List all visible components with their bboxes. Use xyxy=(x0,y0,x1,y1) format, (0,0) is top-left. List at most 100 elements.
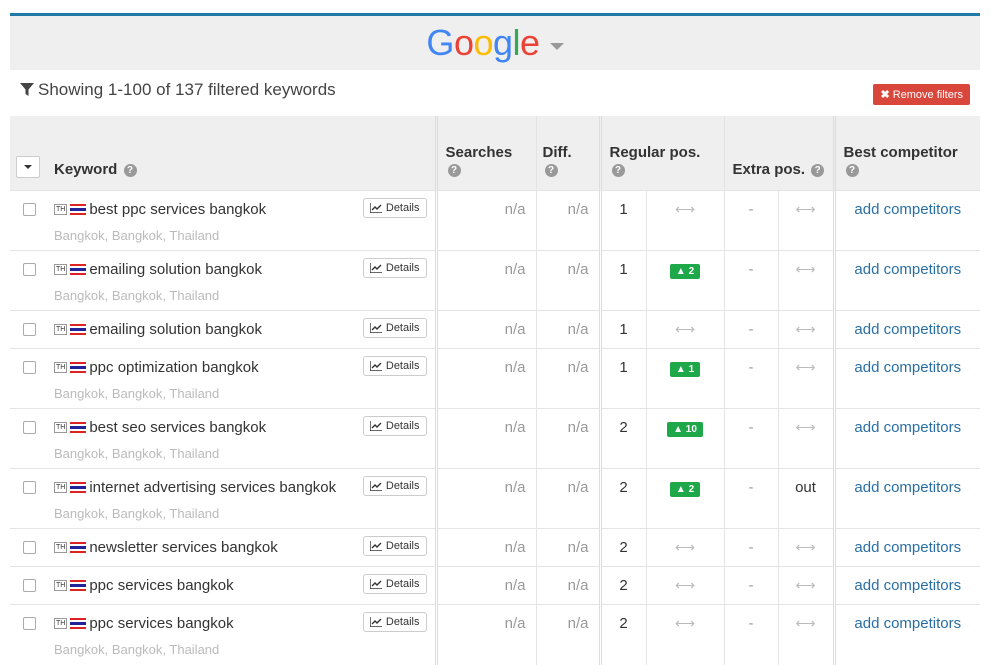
details-label: Details xyxy=(385,540,420,552)
details-button[interactable]: Details xyxy=(362,198,427,218)
country-code-badge: TH xyxy=(54,204,68,215)
add-competitors-link[interactable]: add competitors xyxy=(832,566,981,605)
no-change-icon: ⟷ xyxy=(674,577,696,593)
funnel-icon xyxy=(20,83,34,96)
row-checkbox[interactable] xyxy=(23,323,36,336)
regular-pos-cell: 2 xyxy=(598,566,646,605)
details-button[interactable]: Details xyxy=(362,318,427,338)
regular-pos-header[interactable]: Regular pos. ? xyxy=(598,116,724,191)
regular-change-cell: ▲ 10 xyxy=(645,408,724,469)
searches-header[interactable]: Searches ? xyxy=(434,116,536,191)
google-logo[interactable]: Google xyxy=(426,22,540,63)
regular-pos-header-label: Regular pos. xyxy=(609,144,701,161)
extra-change-cell: ⟷ xyxy=(777,190,835,251)
select-all-header xyxy=(10,116,46,191)
details-button[interactable]: Details xyxy=(362,476,427,496)
diff-header-label: Diff. xyxy=(542,144,572,161)
keywords-table: Keyword ? Searches ? Diff. ? Regular pos… xyxy=(10,116,981,665)
details-label: Details xyxy=(385,202,420,214)
details-label: Details xyxy=(385,262,420,274)
no-change-icon: ⟷ xyxy=(674,615,696,631)
regular-pos-cell: 2 xyxy=(598,528,646,567)
chevron-down-icon xyxy=(24,165,32,169)
details-label: Details xyxy=(385,616,420,628)
extra-pos-cell: - xyxy=(723,348,778,409)
regular-pos-cell: 1 xyxy=(598,310,646,349)
details-button[interactable]: Details xyxy=(362,612,427,632)
details-button[interactable]: Details xyxy=(362,416,427,436)
searches-cell: n/a xyxy=(434,310,536,349)
keyword-location: Bangkok, Bangkok, Thailand xyxy=(54,386,220,401)
extra-change-cell: ⟷ xyxy=(777,604,835,665)
keyword-cell: TH ppc services bangkok Details xyxy=(46,566,436,605)
best-competitor-header[interactable]: Best competitor? xyxy=(832,116,981,191)
regular-change-cell: ⟷ xyxy=(645,604,724,665)
no-change-icon: ⟷ xyxy=(795,615,816,631)
row-select-cell xyxy=(10,604,46,665)
thailand-flag-icon xyxy=(70,542,87,554)
row-checkbox[interactable] xyxy=(23,481,36,494)
help-icon[interactable]: ? xyxy=(447,163,461,177)
remove-filters-label: Remove filters xyxy=(892,88,963,101)
rank-up-value: 10 xyxy=(685,424,697,435)
help-icon[interactable]: ? xyxy=(845,163,859,177)
no-change-icon: ⟷ xyxy=(795,321,816,337)
extra-change-cell: ⟷ xyxy=(777,310,835,349)
close-icon: ✖ xyxy=(880,89,890,101)
details-button[interactable]: Details xyxy=(362,574,427,594)
no-change-icon: ⟷ xyxy=(795,539,816,555)
row-checkbox[interactable] xyxy=(23,421,36,434)
bulk-actions-dropdown[interactable] xyxy=(16,156,40,178)
thailand-flag-icon xyxy=(70,580,87,592)
add-competitors-link[interactable]: add competitors xyxy=(832,348,981,409)
add-competitors-link[interactable]: add competitors xyxy=(832,604,981,665)
details-button[interactable]: Details xyxy=(362,356,427,376)
diff-cell: n/a xyxy=(535,408,600,469)
keyword-text: ppc services bangkok xyxy=(89,615,234,632)
add-competitors-link[interactable]: add competitors xyxy=(832,528,981,567)
help-icon[interactable]: ? xyxy=(544,163,558,177)
keyword-location: Bangkok, Bangkok, Thailand xyxy=(54,506,220,521)
row-checkbox[interactable] xyxy=(23,617,36,630)
add-competitors-link[interactable]: add competitors xyxy=(832,310,981,349)
help-icon[interactable]: ? xyxy=(123,163,137,177)
table-row: TH emailing solution bangkok Bangkok, Bang… xyxy=(10,250,981,311)
diff-header[interactable]: Diff. ? xyxy=(535,116,600,191)
row-checkbox[interactable] xyxy=(23,263,36,276)
add-competitors-link[interactable]: add competitors xyxy=(832,250,981,311)
regular-change-cell: ▲ 2 xyxy=(645,250,724,311)
add-competitors-link[interactable]: add competitors xyxy=(832,408,981,469)
extra-pos-cell: - xyxy=(723,604,778,665)
remove-filters-button[interactable]: ✖ Remove filters xyxy=(873,84,970,105)
row-checkbox[interactable] xyxy=(23,541,36,554)
extra-pos-header-label: Extra pos. xyxy=(732,161,806,178)
extra-change-cell: out xyxy=(777,468,835,529)
extra-pos-header[interactable]: Extra pos. ? xyxy=(723,116,835,191)
logo-letter: o xyxy=(473,22,493,63)
diff-cell: n/a xyxy=(535,468,600,529)
keyword-text: best seo services bangkok xyxy=(89,419,267,436)
line-chart-icon xyxy=(369,263,382,273)
no-change-icon: ⟷ xyxy=(674,539,696,555)
details-button[interactable]: Details xyxy=(362,536,427,556)
add-competitors-link[interactable]: add competitors xyxy=(832,468,981,529)
diff-cell: n/a xyxy=(535,310,600,349)
table-row: TH newsletter services bangkok Details n/a n… xyxy=(10,528,981,567)
keyword-header[interactable]: Keyword ? xyxy=(46,116,436,191)
table-row: TH internet advertising services bangkok B… xyxy=(10,468,981,529)
row-checkbox[interactable] xyxy=(23,203,36,216)
row-checkbox[interactable] xyxy=(23,361,36,374)
row-checkbox[interactable] xyxy=(23,579,36,592)
keyword-location: Bangkok, Bangkok, Thailand xyxy=(54,642,220,657)
row-select-cell xyxy=(10,566,46,605)
line-chart-icon xyxy=(369,579,382,589)
no-change-icon: ⟷ xyxy=(795,261,816,277)
regular-change-cell: ⟷ xyxy=(645,566,724,605)
help-icon[interactable]: ? xyxy=(811,163,825,177)
row-select-cell xyxy=(10,528,46,567)
details-button[interactable]: Details xyxy=(362,258,427,278)
help-icon[interactable]: ? xyxy=(611,163,625,177)
table-row: TH emailing solution bangkok Details n/a n/a… xyxy=(10,310,981,349)
engine-dropdown-caret-icon[interactable] xyxy=(549,42,564,50)
add-competitors-link[interactable]: add competitors xyxy=(832,190,981,251)
